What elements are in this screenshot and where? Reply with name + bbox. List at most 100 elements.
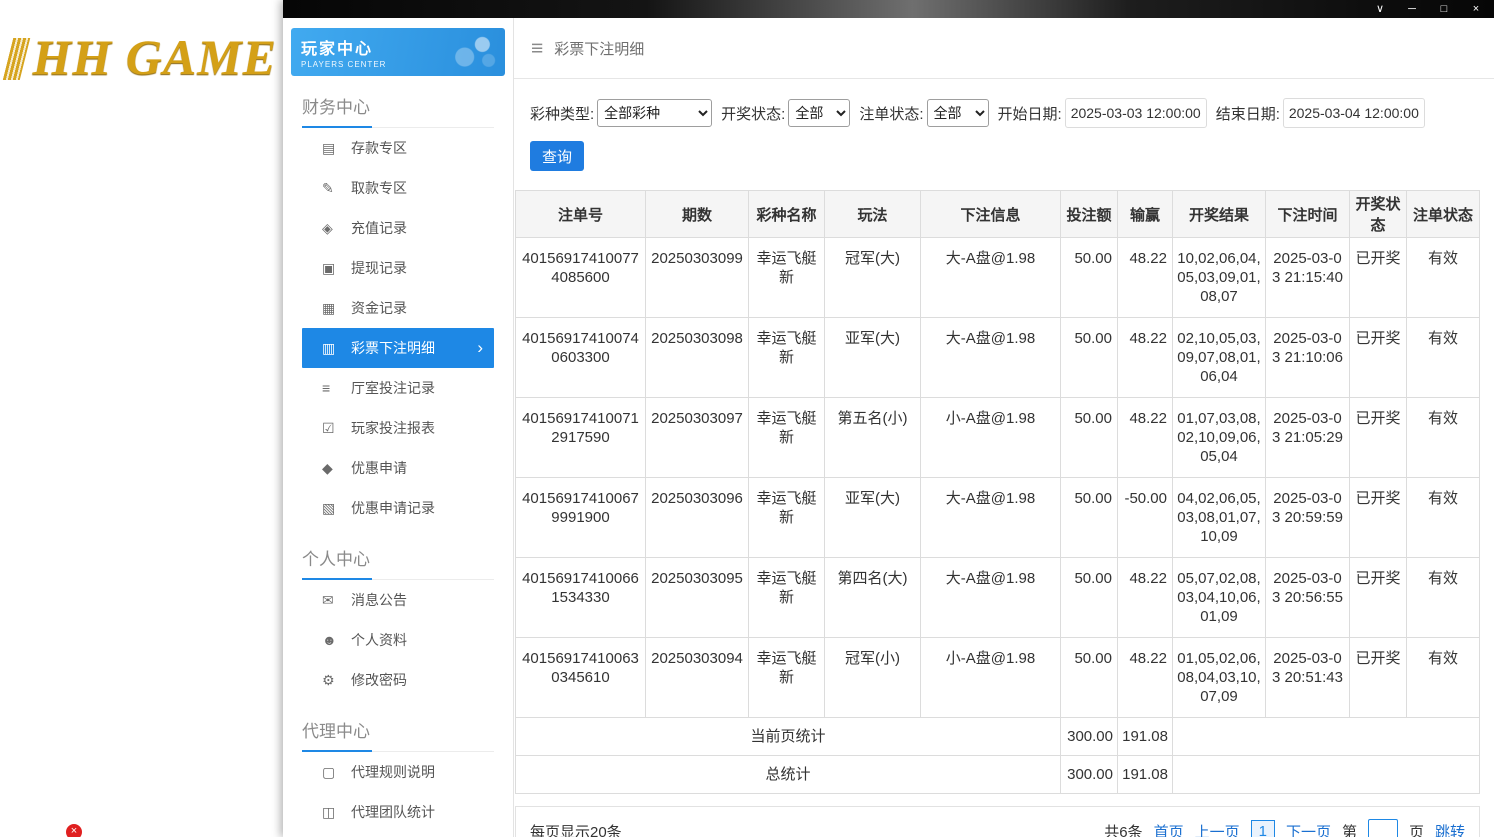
table-row: 401569174100774085600 20250303099 幸运飞艇新 … [515, 237, 1480, 318]
bet-info-cell: 小-A盘@1.98 [920, 637, 1061, 718]
bet-info-cell: 大-A盘@1.98 [920, 477, 1061, 558]
sidebar-item-label: 修改密码 [351, 672, 407, 688]
lottery-name-cell: 幸运飞艇新 [748, 557, 825, 638]
play-cell: 冠军(大) [824, 237, 921, 318]
end-date-input[interactable] [1282, 98, 1425, 128]
amount-cell: 50.00 [1060, 557, 1118, 638]
user-icon: ☻ [322, 632, 337, 648]
hamburger-menu-icon[interactable]: ≡ [531, 38, 543, 59]
play-cell: 第五名(小) [824, 397, 921, 478]
period-cell: 20250303099 [645, 237, 749, 318]
result-cell: 01,05,02,06,08,04,03,10,07,09 [1172, 637, 1266, 718]
error-badge-icon[interactable]: × [66, 824, 82, 837]
bet-info-cell: 小-A盘@1.98 [920, 397, 1061, 478]
result-cell: 01,07,03,08,02,10,09,06,05,04 [1172, 397, 1266, 478]
next-page-link[interactable]: 下一页 [1286, 821, 1331, 837]
draw-status-cell: 已开奖 [1349, 557, 1407, 638]
sidebar-item-lottery-bet-details[interactable]: ▥ 彩票下注明细 › [302, 328, 494, 368]
window-maximize-button[interactable]: □ [1436, 0, 1452, 18]
app-window: ∨ ─ □ × 玩家中心 PLAYERS CENTER 财务中心 ▤ 存款专区 … [283, 0, 1494, 837]
sidebar-item-announcements[interactable]: ✉ 消息公告 [302, 580, 494, 620]
period-cell: 20250303095 [645, 557, 749, 638]
page-title: 彩票下注明细 [554, 40, 645, 58]
main-content: ≡ 彩票下注明细 彩种类型: 全部彩种 开奖状态: 全部 注单状态: 全部 开始… [514, 18, 1494, 837]
start-date-input[interactable] [1064, 98, 1207, 128]
bets-table: 注单号 期数 彩种名称 玩法 下注信息 投注额 输赢 开奖结果 下注时间 开奖状… [515, 190, 1480, 794]
time-cell: 2025-03-03 21:05:29 [1265, 397, 1350, 478]
bet-status-filter: 注单状态: 全部 [859, 99, 989, 127]
sidebar-item-funds-records[interactable]: ▦ 资金记录 [302, 288, 494, 328]
query-button[interactable]: 查询 [530, 141, 584, 171]
lottery-name-cell: 幸运飞艇新 [748, 637, 825, 718]
time-cell: 2025-03-03 21:10:06 [1265, 317, 1350, 398]
win-cell: 48.22 [1117, 317, 1173, 398]
page-jump-input[interactable] [1367, 819, 1398, 837]
lottery-ticket-icon: ▥ [322, 339, 336, 356]
col-header-bet-status: 注单状态 [1406, 190, 1480, 238]
chevron-right-icon: › [477, 338, 483, 357]
sidebar-item-label: 优惠申请记录 [351, 500, 435, 516]
sidebar-item-player-bet-report[interactable]: ☑ 玩家投注报表 [302, 408, 494, 448]
section-personal-center-label: 个人中心 [302, 540, 372, 580]
bet-status-select[interactable]: 全部 [926, 99, 989, 127]
time-cell: 2025-03-03 20:56:55 [1265, 557, 1350, 638]
period-cell: 20250303097 [645, 397, 749, 478]
sidebar-item-label: 彩票下注明细 [351, 340, 435, 356]
sidebar-item-change-password[interactable]: ⚙ 修改密码 [302, 660, 494, 700]
first-page-link[interactable]: 首页 [1154, 821, 1184, 837]
prev-page-link[interactable]: 上一页 [1195, 821, 1240, 837]
result-cell: 02,10,05,03,09,07,08,01,06,04 [1172, 317, 1266, 398]
bet-no-cell: 401569174100630345610 [515, 637, 646, 718]
section-finance-center: 财务中心 [302, 88, 494, 128]
win-cell: 48.22 [1117, 557, 1173, 638]
current-page-indicator[interactable]: 1 [1250, 819, 1275, 837]
summary-label-cell: 当前页统计 [515, 717, 1061, 756]
sidebar-item-agent-rules[interactable]: ▢ 代理规则说明 [302, 752, 494, 792]
sidebar-item-promo-apply[interactable]: ◆ 优惠申请 [302, 448, 494, 488]
bet-no-cell: 401569174100679991900 [515, 477, 646, 558]
sidebar-item-hall-bet-records[interactable]: ≡ 厅室投注记录 [302, 368, 494, 408]
draw-status-cell: 已开奖 [1349, 477, 1407, 558]
amount-cell: 50.00 [1060, 477, 1118, 558]
summary-empty-cell [1172, 755, 1480, 794]
lottery-name-cell: 幸运飞艇新 [748, 317, 825, 398]
section-finance-center-label: 财务中心 [302, 88, 372, 128]
hh-game-logo: HH GAME [2, 28, 277, 86]
sidebar-item-agent-team-stats[interactable]: ◫ 代理团队统计 [302, 792, 494, 832]
draw-status-select[interactable]: 全部 [788, 99, 851, 127]
col-header-lottery-name: 彩种名称 [748, 190, 825, 238]
result-cell: 05,07,02,08,03,04,10,06,01,09 [1172, 557, 1266, 638]
bet-status-cell: 有效 [1406, 637, 1480, 718]
sidebar-item-label: 个人资料 [351, 632, 407, 648]
bet-status-cell: 有效 [1406, 397, 1480, 478]
sidebar-item-label: 充值记录 [351, 220, 407, 236]
window-menu-chevron-icon[interactable]: ∨ [1372, 0, 1388, 18]
bet-no-cell: 401569174100774085600 [515, 237, 646, 318]
table-row: 401569174100740603300 20250303098 幸运飞艇新 … [515, 317, 1480, 398]
sidebar-item-withdrawal-records[interactable]: ▣ 提现记录 [302, 248, 494, 288]
list-icon: ≡ [322, 380, 331, 396]
draw-status-filter: 开奖状态: 全部 [721, 99, 851, 127]
bet-info-cell: 大-A盘@1.98 [920, 557, 1061, 638]
deposit-card-icon: ▤ [322, 139, 336, 156]
win-cell: 48.22 [1117, 397, 1173, 478]
sidebar-item-label: 消息公告 [351, 592, 407, 608]
window-close-button[interactable]: × [1468, 0, 1484, 18]
sidebar-item-recharge-records[interactable]: ◈ 充值记录 [302, 208, 494, 248]
sidebar-item-profile[interactable]: ☻ 个人资料 [302, 620, 494, 660]
jump-button[interactable]: 跳转 [1435, 821, 1465, 837]
sidebar-item-deposit-zone[interactable]: ▤ 存款专区 [302, 128, 494, 168]
stats-icon: ◫ [322, 803, 336, 820]
sidebar: 玩家中心 PLAYERS CENTER 财务中心 ▤ 存款专区 ✎ 取款专区 ◈… [283, 18, 514, 837]
draw-status-cell: 已开奖 [1349, 637, 1407, 718]
win-cell: 48.22 [1117, 237, 1173, 318]
sidebar-item-promo-apply-records[interactable]: ▧ 优惠申请记录 [302, 488, 494, 528]
lottery-type-select[interactable]: 全部彩种 [597, 99, 713, 127]
period-cell: 20250303094 [645, 637, 749, 718]
window-minimize-button[interactable]: ─ [1404, 0, 1420, 18]
play-cell: 第四名(大) [824, 557, 921, 638]
amount-cell: 50.00 [1060, 637, 1118, 718]
col-header-time: 下注时间 [1265, 190, 1350, 238]
sidebar-item-label: 资金记录 [351, 300, 407, 316]
sidebar-item-withdraw-zone[interactable]: ✎ 取款专区 [302, 168, 494, 208]
